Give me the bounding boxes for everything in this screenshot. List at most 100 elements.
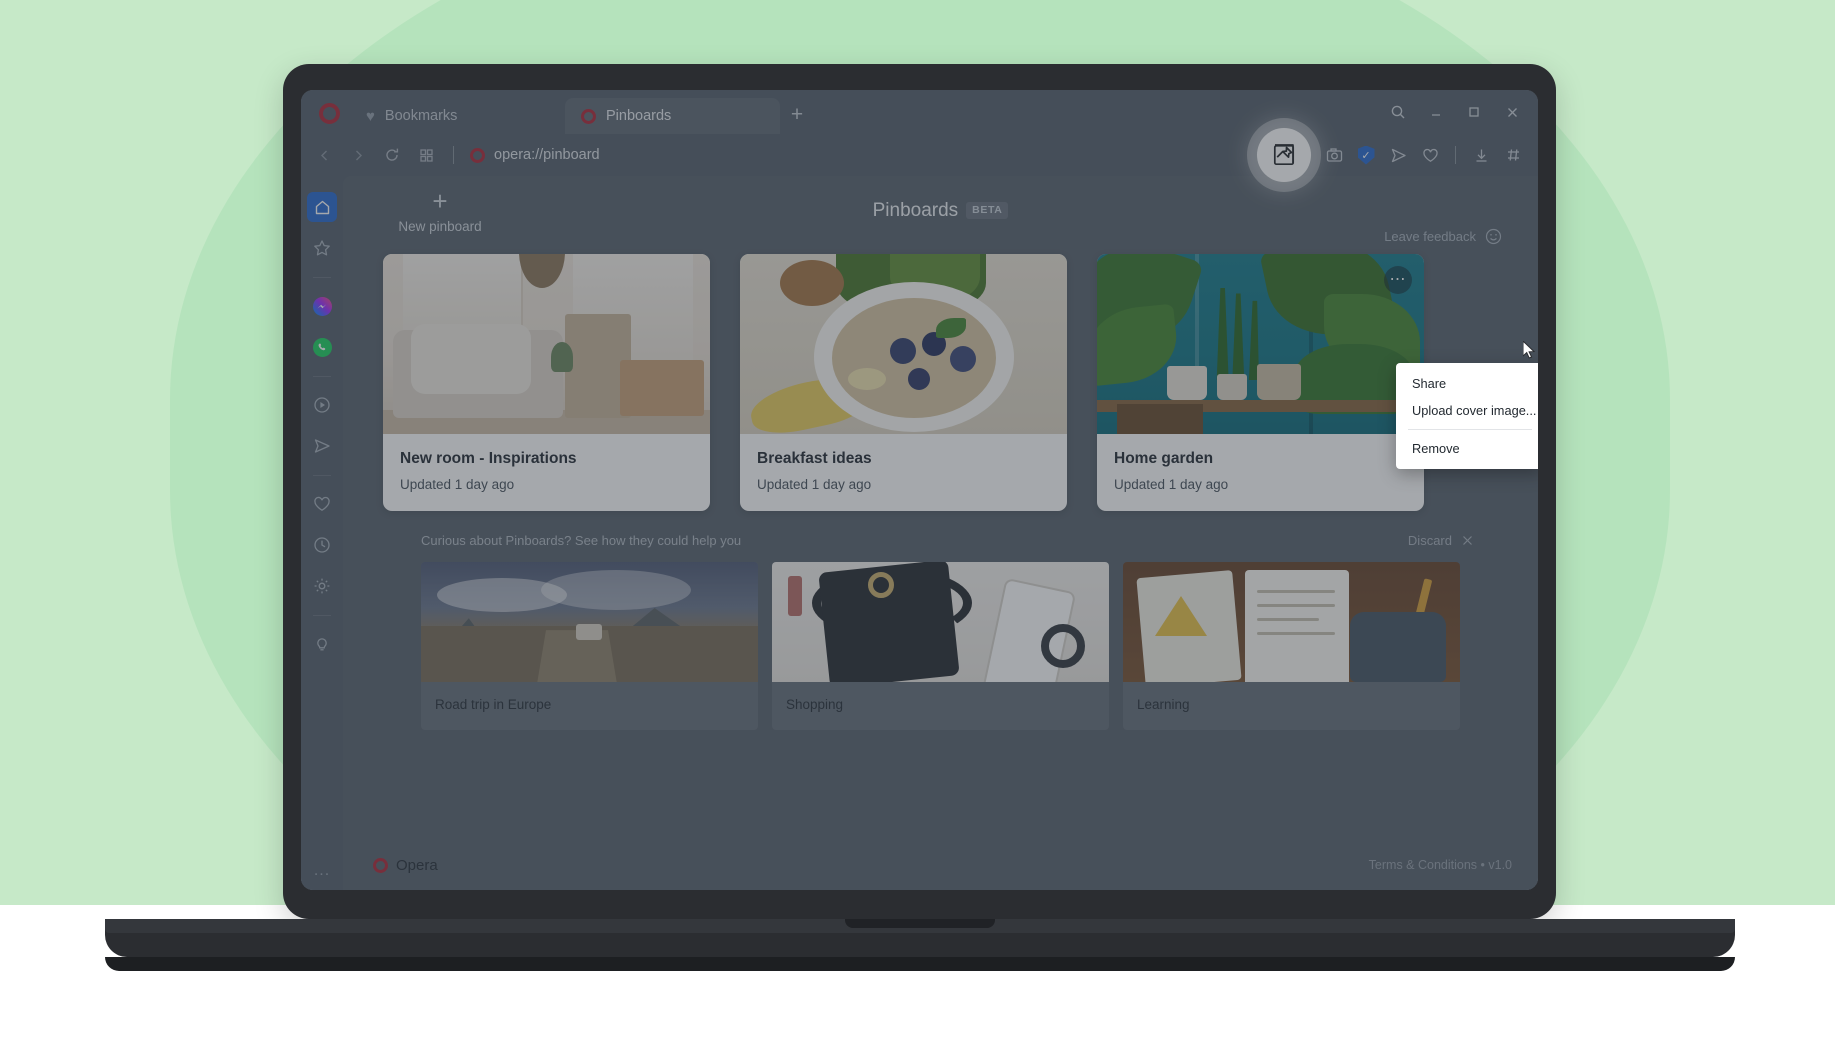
sidebar-item-history[interactable]	[307, 530, 337, 560]
downloads-icon[interactable]	[1466, 140, 1496, 170]
heart-icon[interactable]	[1415, 140, 1445, 170]
card-body: New room - Inspirations Updated 1 day ag…	[383, 434, 710, 511]
card-more-options-button[interactable]: ⋯	[1384, 266, 1412, 294]
laptop-frame: ♥ Bookmarks Pinboards + opera://pinboard…	[283, 64, 1556, 919]
leave-feedback-label: Leave feedback	[1384, 229, 1476, 244]
pinboard-card[interactable]: ⋯ Home garden Updated 1 day ago	[1097, 254, 1424, 511]
snapshot-icon[interactable]	[1319, 140, 1349, 170]
pinboard-card-grid: New room - Inspirations Updated 1 day ag…	[343, 254, 1538, 511]
smiley-icon	[1485, 228, 1502, 245]
toolbar-icons: ✓	[1255, 128, 1528, 182]
promo-headline: Curious about Pinboards? See how they co…	[421, 533, 742, 548]
minimize-icon[interactable]	[1420, 98, 1452, 126]
vpn-shield-icon[interactable]: ✓	[1351, 140, 1381, 170]
promo-card[interactable]: Learning	[1123, 562, 1460, 730]
promo-card-label: Shopping	[786, 697, 844, 712]
sidebar-item-player[interactable]	[307, 390, 337, 420]
terms-conditions-link[interactable]: Terms & Conditions • v1.0	[1369, 858, 1512, 872]
pinboard-card[interactable]: New room - Inspirations Updated 1 day ag…	[383, 254, 710, 511]
reload-icon[interactable]	[377, 140, 407, 170]
forward-icon[interactable]	[343, 140, 373, 170]
search-icon[interactable]	[1382, 98, 1414, 126]
sidebar-item-tips[interactable]	[307, 629, 337, 659]
sidebar-more-button[interactable]: ...	[314, 862, 330, 890]
tab-label: Bookmarks	[384, 108, 458, 124]
card-subtitle: Updated 1 day ago	[757, 477, 872, 492]
tab-label: Pinboards	[606, 108, 672, 124]
card-body: Home garden Updated 1 day ago	[1097, 434, 1424, 511]
opera-icon	[373, 857, 388, 873]
close-icon	[1461, 534, 1474, 547]
laptop-base	[105, 919, 1735, 957]
url-field[interactable]: opera://pinboard	[466, 140, 1251, 170]
brand-label: Opera	[396, 856, 438, 874]
sidebar-item-whatsapp[interactable]	[307, 332, 337, 362]
laptop-screen: ♥ Bookmarks Pinboards + opera://pinboard…	[301, 90, 1538, 890]
laptop-foot	[105, 957, 1735, 971]
sidebar-divider	[313, 615, 331, 616]
card-subtitle: Updated 1 day ago	[1114, 477, 1229, 492]
opera-menu-icon[interactable]	[319, 103, 340, 124]
context-menu-item-remove[interactable]: Remove	[1396, 435, 1538, 462]
sidebar-divider	[313, 277, 331, 278]
page-title: Pinboards BETA	[343, 200, 1538, 222]
sidebar-item-messenger[interactable]	[307, 291, 337, 321]
browser-viewport: ... + New pinboard Pinboards BETA Leave …	[301, 176, 1538, 890]
card-context-menu: Share Upload cover image... Remove	[1396, 363, 1538, 469]
card-title: New room - Inspirations	[400, 450, 577, 467]
tab-pinboards[interactable]: Pinboards	[565, 98, 780, 134]
send-icon[interactable]	[1383, 140, 1413, 170]
sidebar-item-telegram[interactable]	[307, 431, 337, 461]
laptop-notch	[845, 919, 995, 928]
opera-brand: Opera	[373, 857, 438, 874]
card-body: Breakfast ideas Updated 1 day ago	[740, 434, 1067, 511]
beta-badge: BETA	[966, 202, 1009, 219]
tab-bookmarks[interactable]: ♥ Bookmarks	[350, 98, 565, 134]
close-icon[interactable]	[1496, 98, 1528, 126]
browser-window: ♥ Bookmarks Pinboards + opera://pinboard…	[301, 90, 1538, 890]
promo-card[interactable]: Road trip in Europe	[421, 562, 758, 730]
context-menu-item-share[interactable]: Share	[1396, 370, 1538, 397]
page-footer: Opera Terms & Conditions • v1.0	[343, 840, 1538, 890]
page-background: ♥ Bookmarks Pinboards + opera://pinboard…	[0, 0, 1835, 1062]
sidebar-divider	[313, 475, 331, 476]
back-icon[interactable]	[309, 140, 339, 170]
maximize-icon[interactable]	[1458, 98, 1490, 126]
page-title-text: Pinboards	[872, 200, 959, 221]
window-controls	[1382, 98, 1528, 126]
card-cover-image	[740, 254, 1067, 434]
pin-to-pinboard-icon[interactable]	[1257, 128, 1311, 182]
sidebar-item-favorites[interactable]	[307, 233, 337, 263]
sidebar-item-pinboards[interactable]	[307, 489, 337, 519]
discard-label: Discard	[1407, 533, 1452, 548]
card-cover-image	[383, 254, 710, 434]
heart-icon: ♥	[366, 107, 375, 125]
promo-card-label: Learning	[1137, 697, 1190, 712]
opera-icon	[581, 108, 596, 124]
promo-cover-image	[1123, 562, 1460, 682]
card-subtitle: Updated 1 day ago	[400, 477, 515, 492]
tab-islands-icon[interactable]	[411, 140, 441, 170]
sidebar: ...	[301, 176, 343, 890]
divider	[453, 146, 454, 164]
sidebar-item-home[interactable]	[307, 192, 337, 222]
card-title: Breakfast ideas	[757, 450, 872, 467]
new-tab-button[interactable]: +	[780, 98, 814, 132]
leave-feedback-button[interactable]: Leave feedback	[1384, 228, 1502, 245]
promo-cover-image	[421, 562, 758, 682]
promo-card-grid: Road trip in Europe Shopping Learning	[383, 562, 1498, 730]
address-bar: opera://pinboard ✓	[301, 128, 1538, 182]
pinboard-card[interactable]: Breakfast ideas Updated 1 day ago	[740, 254, 1067, 511]
promo-card[interactable]: Shopping	[772, 562, 1109, 730]
discard-button[interactable]: Discard	[1408, 533, 1474, 548]
pinboards-header: + New pinboard Pinboards BETA Leave feedb…	[343, 176, 1538, 254]
card-title: Home garden	[1114, 450, 1214, 467]
promo-card-label: Road trip in Europe	[435, 697, 552, 712]
opera-icon	[470, 147, 485, 163]
context-menu-item-upload-cover[interactable]: Upload cover image...	[1396, 397, 1538, 424]
card-cover-image	[1097, 254, 1424, 434]
easy-setup-icon[interactable]	[1498, 140, 1528, 170]
divider	[1455, 146, 1456, 164]
sidebar-item-settings[interactable]	[307, 571, 337, 601]
promo-section: Curious about Pinboards? See how they co…	[343, 533, 1538, 840]
